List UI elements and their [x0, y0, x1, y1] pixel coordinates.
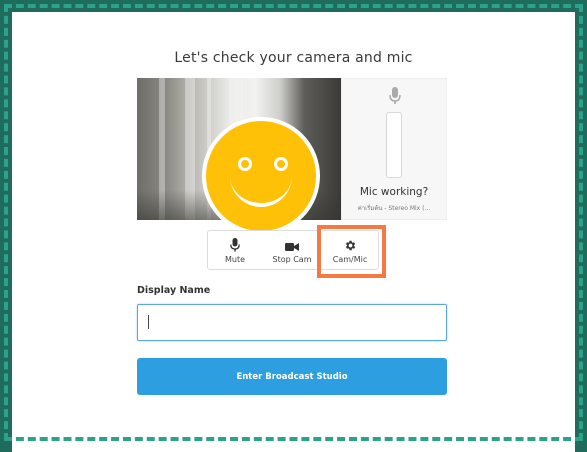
mic-status: Mic working?	[359, 186, 429, 198]
mute-label: Mute	[224, 255, 246, 264]
avatar-mouth	[230, 157, 292, 207]
cam-mic-settings-button[interactable]: Cam/Mic	[322, 231, 378, 269]
microphone-icon	[230, 237, 240, 256]
mic-device-name: ค่าเริ่มต้น - Stereo Mix (...	[357, 205, 431, 212]
media-controls: Mute Stop Cam Cam/Mic	[207, 230, 379, 270]
enter-broadcast-studio-button[interactable]: Enter Broadcast Studio	[137, 358, 447, 395]
page-title: Let's check your camera and mic	[174, 50, 413, 66]
stop-cam-button[interactable]: Stop Cam	[262, 231, 322, 269]
page-background: Let's check your camera and mic Mic work…	[0, 0, 587, 452]
stop-cam-label: Stop Cam	[272, 255, 312, 264]
avatar	[202, 117, 320, 235]
text-cursor	[148, 315, 149, 329]
mic-panel: Mic working? ค่าเริ่มต้น - Stereo Mix (.…	[341, 78, 447, 220]
mute-button[interactable]: Mute	[208, 231, 262, 269]
video-camera-icon	[285, 237, 299, 256]
display-name-input[interactable]	[137, 304, 447, 341]
cam-mic-label: Cam/Mic	[332, 255, 368, 264]
display-name-label: Display Name	[137, 285, 211, 296]
mic-level-meter	[386, 112, 402, 178]
setup-card: Let's check your camera and mic Mic work…	[12, 12, 575, 452]
microphone-icon	[389, 87, 401, 109]
gear-icon	[344, 237, 357, 256]
